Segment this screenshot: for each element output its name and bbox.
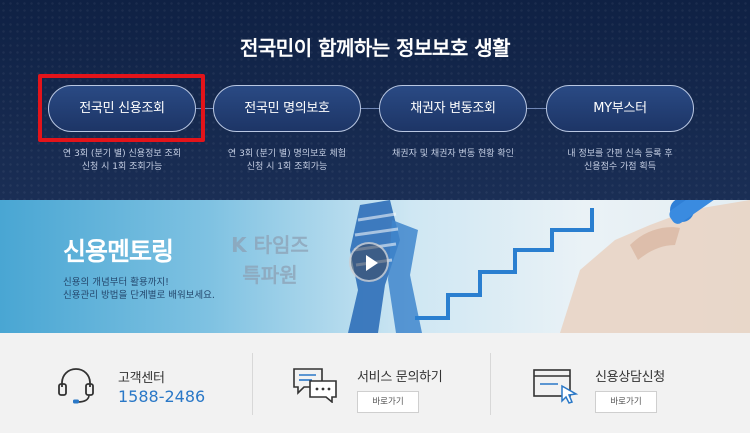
play-button[interactable] bbox=[349, 242, 389, 282]
watermark-line: 특파원 bbox=[242, 263, 298, 287]
desc-line: 연 3회 (분기 별) 신용정보 조회 bbox=[62, 149, 182, 159]
connector-line bbox=[358, 108, 380, 109]
counsel-go-button[interactable]: 바로가기 bbox=[595, 391, 657, 413]
services-section: 전국민이 함께하는 정보보호 생활 전국민 신용조회 전국민 명의보호 채권자 … bbox=[0, 0, 750, 200]
desc-line: 신청 시 1회 조회가능 bbox=[246, 162, 328, 172]
service-button-creditor-change[interactable]: 채권자 변동조회 bbox=[379, 85, 527, 132]
desc-line: 내 정보를 간편 신속 등록 후 bbox=[567, 149, 673, 159]
banner-description: 신용의 개념부터 활용까지! 신용관리 방법을 단계별로 배워보세요. bbox=[63, 276, 215, 302]
service-button-identity-protection[interactable]: 전국민 명의보호 bbox=[213, 85, 361, 132]
customer-center-label: 고객센터 bbox=[118, 371, 165, 386]
customer-center-phone[interactable]: 1588-2486 bbox=[118, 387, 205, 406]
service-desc-creditor-change: 채권자 및 채권자 변동 현황 확인 bbox=[368, 148, 538, 161]
divider bbox=[252, 353, 253, 415]
support-strip: 고객센터 1588-2486 서비스 문의하기 바로가기 신용상담신청 바로가기 bbox=[0, 333, 750, 433]
service-desc-my-booster: 내 정보를 간편 신속 등록 후 신용점수 가점 획득 bbox=[535, 148, 705, 174]
banner-illustration bbox=[348, 200, 750, 333]
inquiry-go-button[interactable]: 바로가기 bbox=[357, 391, 419, 413]
desc-line: 신용관리 방법을 단계별로 배워보세요. bbox=[63, 290, 215, 301]
desc-line: 신용점수 가점 획득 bbox=[584, 162, 656, 172]
counsel-label: 신용상담신청 bbox=[595, 370, 665, 385]
service-button-credit-check[interactable]: 전국민 신용조회 bbox=[48, 85, 196, 132]
service-desc-identity-protection: 연 3회 (분기 별) 명의보호 체험 신청 시 1회 조회가능 bbox=[202, 148, 372, 174]
inquiry-label: 서비스 문의하기 bbox=[357, 370, 443, 385]
play-icon bbox=[366, 255, 378, 271]
divider bbox=[490, 353, 491, 415]
service-button-my-booster[interactable]: MY부스터 bbox=[546, 85, 694, 132]
desc-line: 채권자 및 채권자 변동 현황 확인 bbox=[392, 149, 514, 159]
desc-line: 신청 시 1회 조회가능 bbox=[81, 162, 163, 172]
cursor-window-icon bbox=[533, 369, 579, 404]
watermark-line: K 타임즈 bbox=[231, 233, 309, 257]
service-desc-credit-check: 연 3회 (분기 별) 신용정보 조회 신청 시 1회 조회가능 bbox=[37, 148, 207, 174]
connector-line bbox=[525, 108, 547, 109]
section-title: 전국민이 함께하는 정보보호 생활 bbox=[240, 36, 511, 60]
desc-line: 연 3회 (분기 별) 명의보호 체험 bbox=[227, 149, 347, 159]
banner-title: 신용멘토링 bbox=[63, 237, 174, 266]
chat-bubbles-icon bbox=[293, 368, 337, 403]
headset-icon bbox=[58, 368, 94, 404]
desc-line: 신용의 개념부터 활용까지! bbox=[63, 277, 169, 288]
watermark: K 타임즈 특파원 bbox=[210, 230, 330, 290]
